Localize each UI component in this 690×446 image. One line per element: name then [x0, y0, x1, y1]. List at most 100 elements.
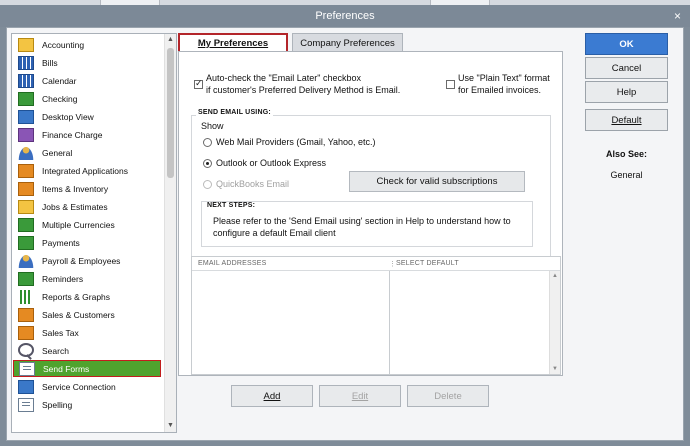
bills-icon — [18, 55, 34, 70]
sidebar-item-multiple-currencies[interactable]: Multiple Currencies — [13, 216, 161, 233]
ok-button[interactable]: OK — [585, 33, 668, 55]
preferences-category-list[interactable]: Accounting Bills Calendar Checking Deskt… — [11, 33, 177, 433]
reports-graphs-icon — [18, 289, 34, 304]
sidebar-item-label: General — [42, 147, 73, 158]
auto-check-email-later-checkbox[interactable] — [194, 78, 203, 89]
sidebar-item-checking[interactable]: Checking — [13, 90, 161, 107]
sidebar-item-reports-graphs[interactable]: Reports & Graphs — [13, 288, 161, 305]
show-label: Show — [201, 121, 224, 131]
quickbooks-email-option-label: QuickBooks Email — [216, 179, 290, 189]
sidebar-item-reminders[interactable]: Reminders — [13, 270, 161, 287]
outlook-radio[interactable] — [203, 159, 212, 168]
sidebar-item-search[interactable]: Search — [13, 342, 161, 359]
send-email-using-heading: SEND EMAIL USING: — [196, 109, 273, 116]
button-label: OK — [619, 38, 634, 50]
multiple-currencies-icon — [18, 217, 34, 232]
auto-check-label-line2: if customer's Preferred Delivery Method … — [206, 85, 401, 95]
next-steps-line1: Please refer to the 'Send Email using' s… — [213, 216, 511, 226]
reminders-icon — [18, 271, 34, 286]
also-see-label: Also See: — [605, 149, 647, 159]
jobs-estimates-icon — [18, 199, 34, 214]
next-steps-heading: NEXT STEPS: — [207, 202, 256, 209]
edit-button: Edit — [319, 385, 401, 407]
sidebar-scrollbar[interactable]: ▲ ▼ — [164, 34, 176, 432]
column-divider-grip[interactable]: ⋮ — [389, 260, 396, 268]
finance-charge-icon — [18, 127, 34, 142]
sidebar-item-send-forms[interactable]: Send Forms — [13, 360, 161, 377]
scroll-down-icon[interactable]: ▼ — [552, 366, 558, 372]
scroll-up-icon[interactable]: ▲ — [552, 273, 558, 279]
items-inventory-icon — [18, 181, 34, 196]
dialog-body: Accounting Bills Calendar Checking Deskt… — [6, 27, 684, 441]
check-valid-subscriptions-button[interactable]: Check for valid subscriptions — [349, 171, 525, 192]
sidebar-item-payroll-employees[interactable]: Payroll & Employees — [13, 252, 161, 269]
calendar-icon — [18, 73, 34, 88]
sidebar-item-sales-customers[interactable]: Sales & Customers — [13, 306, 161, 323]
sidebar-item-label: Bills — [42, 57, 58, 68]
sidebar-item-general[interactable]: General — [13, 144, 161, 161]
also-see-general-link[interactable]: General — [585, 170, 668, 181]
cancel-button[interactable]: Cancel — [585, 57, 668, 79]
close-icon[interactable]: × — [674, 9, 681, 23]
tab-company-preferences[interactable]: Company Preferences — [292, 33, 403, 52]
sidebar-item-label: Payroll & Employees — [42, 255, 121, 266]
help-button[interactable]: Help — [585, 81, 668, 103]
sidebar-item-desktop-view[interactable]: Desktop View — [13, 108, 161, 125]
sidebar-item-label: Integrated Applications — [42, 165, 129, 176]
sidebar-item-label: Checking — [42, 93, 78, 104]
sidebar-item-label: Finance Charge — [42, 129, 103, 140]
sidebar-item-bills[interactable]: Bills — [13, 54, 161, 71]
desktop-view-icon — [18, 109, 34, 124]
tab-label: My Preferences — [197, 38, 269, 49]
sales-tax-icon — [18, 325, 34, 340]
webmail-radio[interactable] — [203, 138, 212, 147]
dialog-title: Preferences — [315, 10, 375, 22]
sidebar-item-label: Sales & Customers — [42, 309, 115, 320]
sidebar-item-label: Desktop View — [42, 111, 94, 122]
scroll-down-icon[interactable]: ▼ — [165, 420, 176, 432]
plain-text-format-checkbox[interactable] — [446, 80, 455, 89]
sidebar-item-integrated-applications[interactable]: Integrated Applications — [13, 162, 161, 179]
table-scrollbar[interactable]: ▲ ▼ — [549, 271, 560, 374]
send-forms-icon — [19, 361, 35, 376]
accounting-icon — [18, 37, 34, 52]
button-label: Cancel — [611, 62, 642, 74]
sidebar-item-jobs-estimates[interactable]: Jobs & Estimates — [13, 198, 161, 215]
scroll-up-icon[interactable]: ▲ — [165, 34, 176, 46]
sidebar-item-label: Sales Tax — [42, 327, 79, 338]
sidebar-item-label: Reminders — [42, 273, 84, 284]
auto-check-label-line1: Auto-check the "Email Later" checkbox — [206, 73, 361, 83]
sidebar-item-label: Send Forms — [43, 363, 90, 374]
sidebar-item-label: Jobs & Estimates — [42, 201, 108, 212]
general-icon — [18, 145, 34, 160]
sidebar-item-label: Service Connection — [42, 381, 116, 392]
sidebar-item-label: Payments — [42, 237, 80, 248]
column-email-addresses: EMAIL ADDRESSES — [198, 260, 267, 267]
add-button[interactable]: Add — [231, 385, 313, 407]
sidebar-item-items-inventory[interactable]: Items & Inventory — [13, 180, 161, 197]
sidebar-item-sales-tax[interactable]: Sales Tax — [13, 324, 161, 341]
sidebar-item-label: Reports & Graphs — [42, 291, 111, 302]
title-bar: Preferences × — [0, 5, 690, 27]
button-label: Add — [263, 390, 281, 402]
quickbooks-email-radio — [203, 180, 212, 189]
default-button[interactable]: Default — [585, 109, 668, 131]
sidebar-item-spelling[interactable]: Spelling — [13, 396, 161, 413]
tab-my-preferences[interactable]: My Preferences — [178, 33, 288, 52]
table-header: EMAIL ADDRESSES ⋮ SELECT DEFAULT — [192, 257, 560, 271]
delete-button: Delete — [407, 385, 489, 407]
search-icon — [18, 342, 34, 357]
button-label: Delete — [434, 390, 462, 402]
email-addresses-table[interactable]: EMAIL ADDRESSES ⋮ SELECT DEFAULT ▲ ▼ — [191, 256, 561, 375]
scrollbar-thumb[interactable] — [167, 48, 174, 178]
sidebar-item-service-connection[interactable]: Service Connection — [13, 378, 161, 395]
sidebar-item-finance-charge[interactable]: Finance Charge — [13, 126, 161, 143]
column-select-default: SELECT DEFAULT — [396, 260, 459, 267]
spelling-icon — [18, 397, 34, 412]
sidebar-item-calendar[interactable]: Calendar — [13, 72, 161, 89]
outlook-option-label: Outlook or Outlook Express — [216, 158, 327, 168]
next-steps-line2: configure a default Email client — [213, 228, 336, 238]
sidebar-item-payments[interactable]: Payments — [13, 234, 161, 251]
sidebar-item-accounting[interactable]: Accounting — [13, 36, 161, 53]
webmail-option-label: Web Mail Providers (Gmail, Yahoo, etc.) — [216, 137, 376, 147]
